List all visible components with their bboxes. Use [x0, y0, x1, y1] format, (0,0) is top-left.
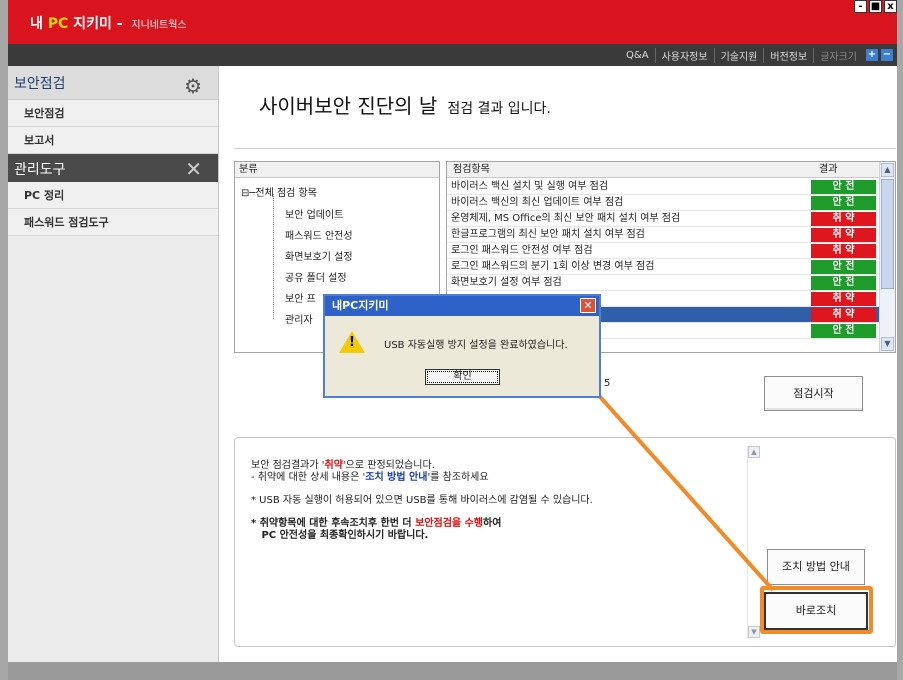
sidebar: 보안점검 ⚙ 보안점검 보고서 관리도구 ✕ PC 정리 패스워드 점검도구 [8, 66, 219, 662]
result-badge: 취 약 [811, 212, 876, 226]
table-row[interactable]: 로그인 패스워드 안전성 여부 점검 취 약 [447, 243, 880, 259]
result-badge: 안 전 [811, 260, 876, 274]
close-button[interactable]: x [884, 0, 897, 13]
tree-connector [273, 194, 274, 319]
row-item-name: 운영체제, MS Office의 최신 보안 패치 설치 여부 점검 [451, 213, 681, 224]
row-item-name: 로그인 패스워드의 분기 1회 이상 변경 여부 점검 [451, 261, 655, 272]
dialog-message: USB 자동실행 방지 설정을 완료하였습니다. [384, 340, 568, 351]
sidebar-section-label: 보안점검 [14, 76, 66, 92]
result-badge: 안 전 [811, 180, 876, 194]
column-header-item: 점검항목 [453, 164, 490, 175]
scroll-down-icon[interactable]: ▼ [748, 626, 760, 638]
nav-version-info[interactable]: 버전정보 [763, 47, 813, 63]
scroll-thumb[interactable] [881, 179, 894, 289]
action-guide-button[interactable]: 조치 방법 안내 [767, 549, 865, 585]
row-item-name: 화면보호기 설정 여부 점검 [451, 277, 562, 288]
sidebar-section-tools[interactable]: 관리도구 ✕ [8, 154, 218, 182]
notice-line-3: * USB 자동 실행이 허용되어 있으면 USB를 통해 바이러스에 감염될 … [251, 495, 593, 506]
result-badge: 안 전 [811, 276, 876, 290]
tree-header: 분류 [235, 162, 439, 178]
start-check-button[interactable]: 점검시작 [764, 376, 863, 411]
sidebar-item-password-tool[interactable]: 패스워드 점검도구 [8, 209, 218, 236]
tree-node[interactable]: 보안 업데이트 [285, 206, 343, 221]
tree-root-node[interactable]: ⊟─전체 점검 항목 [241, 184, 317, 199]
sidebar-item-pc-cleanup[interactable]: PC 정리 [8, 182, 218, 209]
font-size-label: 글자크기 [813, 47, 863, 63]
table-row[interactable]: 로그인 패스워드의 분기 1회 이상 변경 여부 점검 안 전 [447, 259, 880, 275]
font-increase-button[interactable]: + [866, 49, 878, 61]
scroll-up-icon[interactable]: ▲ [748, 446, 760, 458]
scroll-up-icon[interactable]: ▲ [881, 163, 894, 177]
tree-node[interactable]: 패스워드 안전성 [285, 227, 353, 242]
table-row[interactable]: 화면보호기 설정 여부 점검 안 전 [447, 275, 880, 291]
nav-qna[interactable]: Q&A [620, 50, 655, 61]
window-controls: - ■ x [854, 0, 897, 13]
close-icon[interactable]: ✕ [580, 298, 596, 313]
row-item-name: 바이러스 백신 설치 및 실행 여부 점검 [451, 181, 609, 192]
sidebar-item-security-check[interactable]: 보안점검 [8, 100, 218, 127]
result-badge: 취 약 [811, 228, 876, 242]
status-footer [8, 662, 897, 680]
right-frame [897, 0, 903, 680]
top-navigation: Q&A 사용자정보 기술지원 버전정보 글자크기 + − [8, 44, 897, 66]
result-badge: 취 약 [811, 244, 876, 258]
tree-node[interactable]: 관리자 [285, 311, 313, 326]
notice-line-5: PC 안전성을 최종확인하시기 바랍니다. [251, 530, 429, 541]
app-title: 내 PC 지키미 - 지니네트웍스 [30, 16, 187, 32]
dialog-title: 내PC지키미 ✕ [325, 296, 599, 316]
tree-node[interactable]: 보안 프 [285, 290, 316, 305]
title-bar: 내 PC 지키미 - 지니네트웍스 - ■ x [8, 0, 897, 44]
partial-text: 5 [604, 378, 611, 389]
left-frame [0, 0, 8, 680]
nav-tech-support[interactable]: 기술지원 [713, 47, 764, 63]
result-badge: 안 전 [811, 324, 876, 338]
result-badge: 취 약 [811, 292, 876, 306]
page-subtitle: 점검 결과 입니다. [447, 101, 551, 117]
font-decrease-button[interactable]: − [881, 49, 893, 61]
page-title: 사이버보안 진단의 날 점검 결과 입니다. [259, 94, 551, 118]
table-row[interactable]: 한글프로그램의 최신 보안 패치 설치 여부 점검 취 약 [447, 227, 880, 243]
column-header-result: 결과 [819, 164, 838, 175]
row-item-name: 로그인 패스워드 안전성 여부 점검 [451, 245, 593, 256]
notice-line-4: * 취약항목에 대한 후속조치후 한번 더 보안점검을 수행하여 [251, 518, 502, 529]
tools-icon: ✕ [185, 157, 202, 181]
table-header: 점검항목 결과 [447, 162, 895, 178]
result-badge: 안 전 [811, 196, 876, 210]
warning-mark: ! [349, 335, 355, 350]
sidebar-section-security[interactable]: 보안점검 ⚙ [8, 66, 218, 100]
quick-fix-button[interactable]: 바로조치 [764, 592, 868, 630]
sidebar-section-label: 관리도구 [14, 162, 66, 178]
table-scrollbar[interactable]: ▲ ▼ [879, 162, 895, 352]
table-row[interactable]: 운영체제, MS Office의 최신 보안 패치 설치 여부 점검 취 약 [447, 211, 880, 227]
notice-scrollbar[interactable]: ▲ ▼ [747, 446, 760, 638]
divider [234, 148, 896, 149]
confirmation-dialog: 내PC지키미 ✕ ! USB 자동실행 방지 설정을 완료하였습니다. 확인 [323, 294, 601, 398]
table-row[interactable]: 바이러스 백신의 최신 업데이트 여부 점검 안 전 [447, 195, 880, 211]
result-badge: 취 약 [811, 308, 876, 322]
tree-node[interactable]: 화면보호기 설정 [285, 248, 353, 263]
row-item-name: 한글프로그램의 최신 보안 패치 설치 여부 점검 [451, 229, 645, 240]
table-row[interactable]: 바이러스 백신 설치 및 실행 여부 점검 안 전 [447, 179, 880, 195]
nav-user-info[interactable]: 사용자정보 [654, 47, 714, 63]
sidebar-item-report[interactable]: 보고서 [8, 127, 218, 154]
maximize-button[interactable]: ■ [869, 0, 882, 13]
tree-node[interactable]: 공유 폴더 설정 [285, 269, 347, 284]
gear-icon: ⚙ [184, 74, 202, 98]
minimize-button[interactable]: - [854, 0, 867, 13]
scroll-down-icon[interactable]: ▼ [881, 337, 894, 351]
row-item-name: 바이러스 백신의 최신 업데이트 여부 점검 [451, 197, 624, 208]
ok-button[interactable]: 확인 [425, 369, 500, 385]
notice-line-1: 보안 점검결과가 '취약'으로 판정되었습니다. [251, 460, 435, 471]
notice-line-2: - 취약에 대한 상세 내용은 '조치 방법 안내'를 참조하세요 [251, 472, 489, 483]
